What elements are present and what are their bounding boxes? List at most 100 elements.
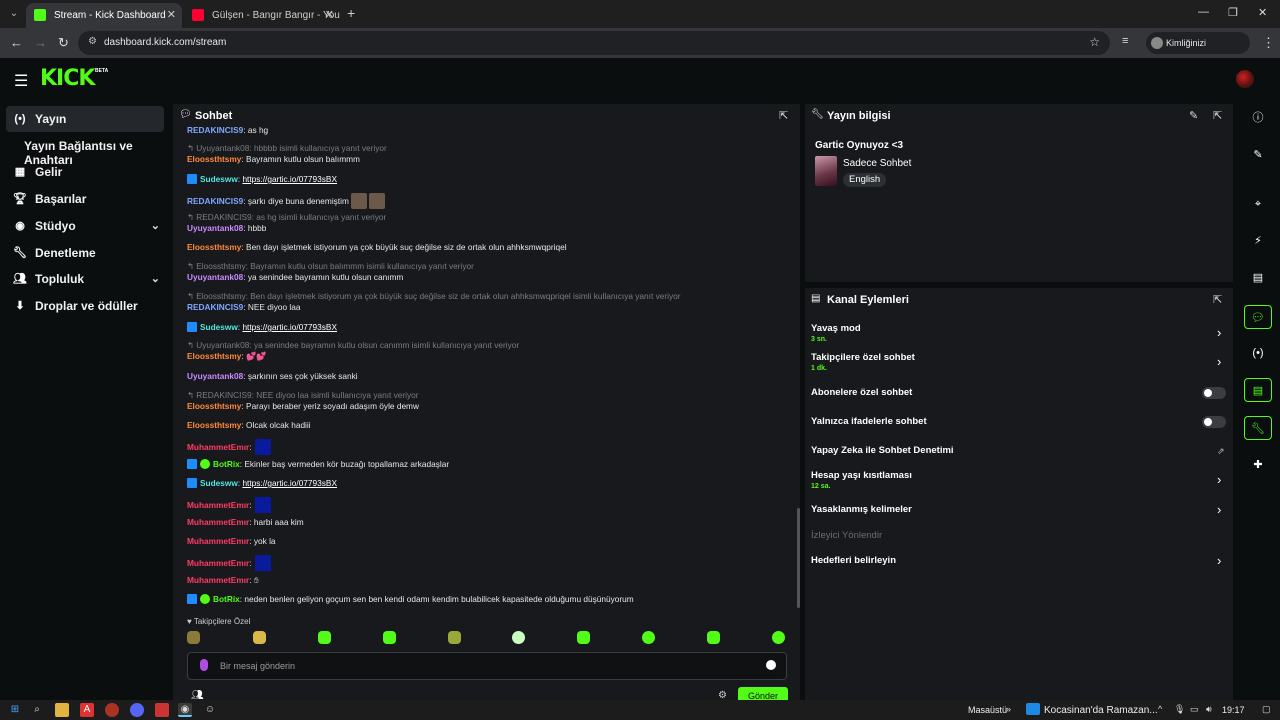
- popout-icon[interactable]: ⇱: [1213, 109, 1222, 122]
- document-icon[interactable]: ▤: [1244, 266, 1272, 290]
- stream-info-widget-icon[interactable]: 🔧︎: [1244, 416, 1272, 440]
- app-icon[interactable]: A: [80, 703, 94, 717]
- sidebar-item-studyo[interactable]: ◉ Stüdyo ⌄: [6, 213, 164, 239]
- popout-icon[interactable]: ⇱: [1213, 293, 1222, 306]
- toolbar-expand-icon[interactable]: »: [1006, 704, 1011, 714]
- chat-username[interactable]: MuhammetEmır: [187, 558, 249, 568]
- app-icon[interactable]: [105, 703, 119, 717]
- microphone-icon[interactable]: [200, 659, 208, 671]
- sidebar-item-denetleme[interactable]: 🔧︎ Denetleme: [6, 240, 164, 266]
- banned-words-label[interactable]: Yasaklanmış kelimeler: [811, 504, 912, 515]
- new-tab-icon[interactable]: +: [347, 5, 355, 21]
- chat-username[interactable]: Eloossthtsmy: [187, 154, 241, 164]
- chat-username[interactable]: REDAKINCIS9: [187, 196, 243, 206]
- chat-link[interactable]: https://gartic.io/07793sBX: [242, 478, 337, 488]
- chat-username[interactable]: REDAKINCIS9: [187, 302, 243, 312]
- chevron-right-icon[interactable]: ›: [1217, 472, 1221, 487]
- emote-icon[interactable]: [772, 631, 785, 644]
- chat-username[interactable]: Eloossthtsmy: [187, 401, 241, 411]
- emote-icon[interactable]: [318, 631, 331, 644]
- clock[interactable]: 19:17: [1222, 705, 1245, 715]
- discord-icon[interactable]: [130, 703, 144, 717]
- app-icon[interactable]: [155, 703, 169, 717]
- chat-link[interactable]: https://gartic.io/07793sBX: [242, 322, 337, 332]
- subs-chat-toggle[interactable]: [1202, 387, 1226, 399]
- windows-start-icon[interactable]: ⊞: [8, 703, 22, 717]
- chat-username[interactable]: Sudesww: [200, 322, 238, 332]
- chat-username[interactable]: MuhammetEmır: [187, 442, 249, 452]
- emote-icon[interactable]: [383, 631, 396, 644]
- sidebar-item-droplar[interactable]: ⬇ Droplar ve ödüller: [6, 293, 164, 319]
- external-link-icon[interactable]: ⇗: [1217, 446, 1225, 457]
- ai-moderation-label[interactable]: Yapay Zeka ile Sohbet Denetimi: [811, 445, 954, 456]
- profile-chip[interactable]: Kimliğinizi doğrulayın: [1146, 32, 1250, 70]
- chat-username[interactable]: MuhammetEmır: [187, 517, 249, 527]
- sidebar-item-gelir[interactable]: ▦ Gelir: [6, 159, 164, 185]
- search-icon[interactable]: ⌕: [30, 703, 44, 717]
- chat-username[interactable]: Eloossthtsmy: [187, 242, 241, 252]
- chat-link[interactable]: https://gartic.io/07793sBX: [242, 174, 337, 184]
- network-icon[interactable]: ▭: [1190, 704, 1199, 715]
- channel-actions-widget-icon[interactable]: ▤: [1244, 378, 1272, 402]
- edit-icon[interactable]: ✎: [1244, 143, 1272, 167]
- broadcast-icon[interactable]: (•): [1244, 341, 1272, 365]
- edit-icon[interactable]: ✎: [1189, 109, 1198, 122]
- chevron-right-icon[interactable]: ›: [1217, 553, 1221, 568]
- weather-widget[interactable]: Kocasinan'da Ramazan...: [1026, 703, 1158, 716]
- info-icon[interactable]: ⓘ: [1244, 106, 1272, 130]
- forward-icon[interactable]: →: [34, 35, 47, 50]
- chat-username[interactable]: Uyuyantank08: [187, 223, 243, 233]
- popout-icon[interactable]: ⇱: [779, 109, 788, 122]
- microphone-icon[interactable]: 🎙︎: [1174, 704, 1185, 715]
- emote-icon[interactable]: [577, 631, 590, 644]
- lightning-icon[interactable]: ⚡︎: [1244, 229, 1272, 253]
- emote-icon[interactable]: [512, 631, 525, 644]
- chat-widget-icon[interactable]: 💬︎: [1244, 305, 1272, 329]
- close-window-icon[interactable]: ✕: [1258, 6, 1267, 19]
- tab-kick-dashboard[interactable]: Stream - Kick Dashboard ✕: [26, 3, 182, 28]
- chat-username[interactable]: Eloossthtsmy: [187, 351, 241, 361]
- chat-username[interactable]: REDAKINCIS9: [187, 125, 243, 135]
- url-text[interactable]: dashboard.kick.com/stream: [104, 37, 226, 48]
- tab-youtube[interactable]: Gülşen - Bangır Bangır - YouTube ✕: [184, 3, 340, 28]
- chevron-right-icon[interactable]: ›: [1217, 502, 1221, 517]
- app-icon[interactable]: ☺: [203, 703, 217, 717]
- tab-list-chevron-icon[interactable]: ⌄: [6, 6, 22, 22]
- sidebar-item-basarilar[interactable]: 🏆︎ Başarılar: [6, 186, 164, 212]
- volume-icon[interactable]: 🔊︎: [1206, 704, 1212, 715]
- menu-icon[interactable]: ☰: [14, 71, 28, 91]
- focus-icon[interactable]: ⌖: [1244, 192, 1272, 216]
- browser-menu-icon[interactable]: ⋮: [1262, 35, 1275, 51]
- emote-icon[interactable]: [448, 631, 461, 644]
- user-avatar[interactable]: [1236, 70, 1254, 88]
- emote-icon[interactable]: [187, 631, 200, 644]
- chat-username[interactable]: MuhammetEmır: [187, 536, 249, 546]
- emote-icon[interactable]: [707, 631, 720, 644]
- chat-username[interactable]: MuhammetEmır: [187, 500, 249, 510]
- notifications-icon[interactable]: ▢: [1262, 704, 1271, 715]
- emote-icon[interactable]: [642, 631, 655, 644]
- desktop-toolbar-label[interactable]: Masaüstü: [968, 705, 1007, 715]
- chat-username[interactable]: BotRix: [213, 459, 240, 469]
- chevron-right-icon[interactable]: ›: [1217, 354, 1221, 369]
- chat-username[interactable]: Uyuyantank08: [187, 371, 243, 381]
- chat-username[interactable]: Eloossthtsmy: [187, 420, 241, 430]
- chat-username[interactable]: BotRix: [213, 594, 240, 604]
- sidebar-item-yayin[interactable]: (•) Yayın: [6, 106, 164, 132]
- close-tab-icon[interactable]: ✕: [325, 3, 334, 28]
- restore-icon[interactable]: ❐: [1228, 6, 1238, 19]
- chat-input-box[interactable]: [187, 652, 787, 680]
- back-icon[interactable]: ←: [10, 35, 23, 50]
- set-targets-label[interactable]: Hedefleri belirleyin: [811, 555, 896, 566]
- bookmark-star-icon[interactable]: ☆: [1089, 35, 1100, 49]
- add-widget-icon[interactable]: ✚: [1244, 453, 1272, 477]
- minimize-icon[interactable]: —: [1198, 6, 1209, 18]
- emote-icon[interactable]: [253, 631, 266, 644]
- chat-message-input[interactable]: [220, 658, 740, 674]
- chrome-icon[interactable]: ◉: [178, 703, 192, 717]
- chat-username[interactable]: Sudesww: [200, 174, 238, 184]
- chevron-right-icon[interactable]: ›: [1217, 325, 1221, 340]
- address-bar[interactable]: ⚙ dashboard.kick.com/stream ☆: [78, 31, 1110, 55]
- sidebar-item-topluluk[interactable]: 👥︎ Topluluk ⌄: [6, 266, 164, 292]
- tray-expand-icon[interactable]: ^: [1158, 704, 1162, 714]
